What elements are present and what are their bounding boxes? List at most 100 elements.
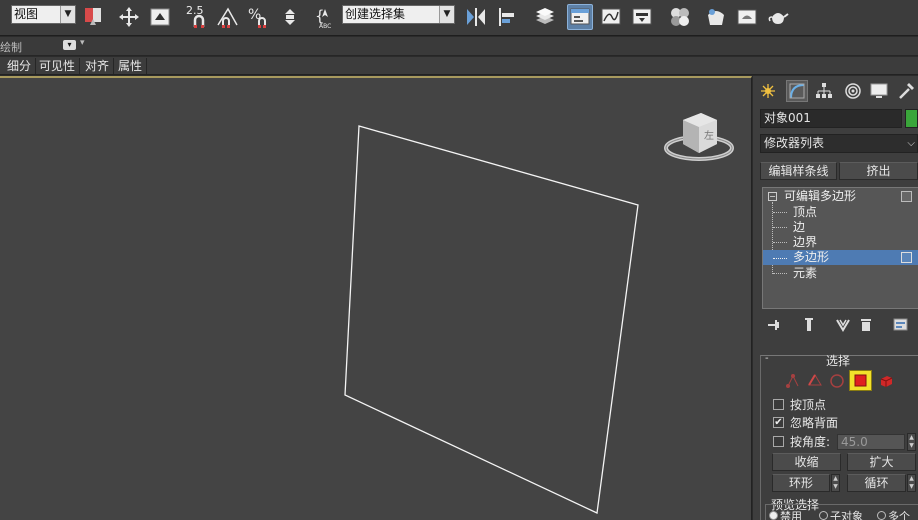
stack-item-label: 边界	[793, 235, 818, 249]
stack-item-edge[interactable]: 边	[763, 220, 918, 235]
reference-coordinate-value: 视图	[14, 7, 39, 21]
hammer-icon	[899, 83, 914, 99]
stack-item-element[interactable]: 元素	[763, 266, 918, 281]
ribbon-options-dropdown[interactable]: ▾	[63, 40, 76, 50]
curve-editor-icon	[601, 8, 621, 25]
by-vertex-checkbox[interactable]	[773, 399, 784, 410]
stack-item-label: 元素	[793, 266, 818, 280]
scene-explorer-button[interactable]	[567, 4, 593, 30]
stack-item-label: 顶点	[793, 205, 818, 219]
tab-create[interactable]	[757, 80, 779, 102]
rollout-collapse-icon[interactable]: -	[765, 353, 769, 364]
render-setup-button[interactable]	[703, 4, 729, 30]
material-editor-button[interactable]	[667, 4, 693, 30]
by-angle-value: 45.0	[841, 435, 868, 449]
extrude-button[interactable]: 挤出	[839, 162, 918, 180]
edit-named-selection-button[interactable]: {ABC	[312, 4, 338, 30]
render-frame-icon	[737, 9, 757, 25]
pin-stack-icon[interactable]	[766, 317, 784, 333]
reference-coordinate-dropdown[interactable]: 视图 ▼	[11, 5, 76, 24]
edit-spline-button[interactable]: 编辑样条线	[760, 162, 837, 180]
edge-level-button[interactable]	[806, 372, 824, 390]
remove-modifier-icon[interactable]	[859, 317, 873, 333]
scene-explorer-icon	[570, 8, 590, 25]
tab-modify[interactable]	[786, 80, 808, 102]
modify-arc-icon	[789, 83, 805, 99]
mirror-button[interactable]	[463, 4, 489, 30]
make-unique-icon[interactable]	[835, 317, 853, 333]
snap-toggle-button[interactable]: 2.5	[184, 4, 210, 30]
material-editor-icon	[671, 8, 689, 26]
render-frame-window-button[interactable]	[734, 4, 760, 30]
perspective-viewport[interactable]: 左	[0, 76, 752, 520]
preview-subobject-radio[interactable]	[819, 511, 828, 520]
tab-motion[interactable]	[842, 80, 864, 102]
tab-display[interactable]	[868, 80, 890, 102]
modifier-list-dropdown[interactable]: 修改器列表 ⌵	[760, 134, 918, 153]
schematic-view-button[interactable]	[629, 4, 655, 30]
polygon-visibility-icon[interactable]	[901, 252, 912, 263]
render-production-button[interactable]	[765, 4, 791, 30]
viewcube-icon	[664, 113, 734, 161]
polygon-plane-wireframe[interactable]	[344, 125, 639, 514]
object-color-swatch[interactable]	[905, 109, 918, 128]
by-vertex-label: 按顶点	[790, 398, 827, 412]
preview-off-label: 禁用	[780, 510, 802, 520]
stack-item-border[interactable]: 边界	[763, 235, 918, 250]
selection-rollout-title[interactable]: 选择	[826, 352, 850, 369]
angle-snap-button[interactable]	[214, 4, 240, 30]
place-button[interactable]	[147, 4, 173, 30]
by-angle-input[interactable]: 45.0	[837, 434, 905, 450]
preview-multi-radio[interactable]	[877, 511, 886, 520]
show-end-result-icon[interactable]	[802, 317, 816, 333]
percent-snap-button[interactable]: %	[246, 4, 272, 30]
ring-button[interactable]: 环形	[772, 474, 830, 492]
configure-modifier-sets-icon[interactable]	[892, 317, 910, 333]
by-angle-spinner[interactable]: ▲ ▼	[907, 433, 916, 451]
percent-snap-icon: %	[248, 7, 266, 28]
stack-item-label: 多边形	[793, 250, 830, 264]
command-panel: 对象001 修改器列表 ⌵ 编辑样条线 挤出 − 可编辑多边形 顶点 边 边界 …	[753, 76, 918, 520]
motion-icon	[845, 83, 861, 99]
ribbon-panel-label: 绘制	[0, 41, 22, 54]
chevron-down-icon: ▼	[60, 6, 75, 23]
select-move-button[interactable]	[116, 4, 142, 30]
chevron-down-icon[interactable]: ▾	[80, 38, 85, 48]
layer-manager-button[interactable]	[532, 4, 558, 30]
preview-off-radio[interactable]	[769, 511, 778, 520]
loop-button[interactable]: 循环	[847, 474, 906, 492]
ring-spinner[interactable]: ▲ ▼	[831, 474, 840, 492]
ribbon-tab-subdivide[interactable]: 细分	[3, 58, 37, 74]
viewport-canvas[interactable]	[0, 78, 752, 520]
ribbon-tabs: 细分 可见性 对齐 属性	[0, 57, 918, 75]
pivot-center-button[interactable]	[80, 4, 106, 30]
spinner-snap-button[interactable]	[277, 4, 303, 30]
named-selection-set-dropdown[interactable]: 创建选择集 ▼	[342, 5, 455, 24]
ignore-backface-checkbox[interactable]: ✔	[773, 417, 784, 428]
ribbon-tab-visibility[interactable]: 可见性	[35, 58, 81, 74]
curve-editor-button[interactable]	[598, 4, 624, 30]
grow-button[interactable]: 扩大	[847, 453, 916, 471]
stack-root-visibility-icon[interactable]	[901, 191, 912, 202]
named-selection-icon: {ABC	[315, 7, 331, 29]
polygon-level-button[interactable]	[849, 370, 872, 391]
tree-branch	[773, 258, 787, 259]
ribbon-tab-align[interactable]: 对齐	[81, 58, 115, 74]
edge-level-icon	[808, 374, 822, 386]
by-angle-checkbox[interactable]	[773, 436, 784, 447]
chevron-down-icon: ▼	[439, 6, 454, 23]
tab-utilities[interactable]	[895, 80, 917, 102]
stack-item-editable-poly[interactable]: 可编辑多边形	[763, 189, 918, 204]
object-name-field[interactable]: 对象001	[760, 109, 902, 128]
shrink-button[interactable]: 收缩	[772, 453, 841, 471]
stack-toolbar	[762, 316, 918, 336]
element-level-button[interactable]	[877, 372, 895, 390]
border-level-button[interactable]	[828, 372, 846, 390]
viewcube[interactable]: 左	[663, 110, 735, 166]
tab-hierarchy[interactable]	[813, 80, 835, 102]
ribbon-tab-properties[interactable]: 属性	[114, 58, 148, 74]
align-button[interactable]	[494, 4, 520, 30]
stack-item-vertex[interactable]: 顶点	[763, 205, 918, 220]
loop-spinner[interactable]: ▲ ▼	[907, 474, 916, 492]
vertex-level-button[interactable]	[784, 372, 802, 390]
